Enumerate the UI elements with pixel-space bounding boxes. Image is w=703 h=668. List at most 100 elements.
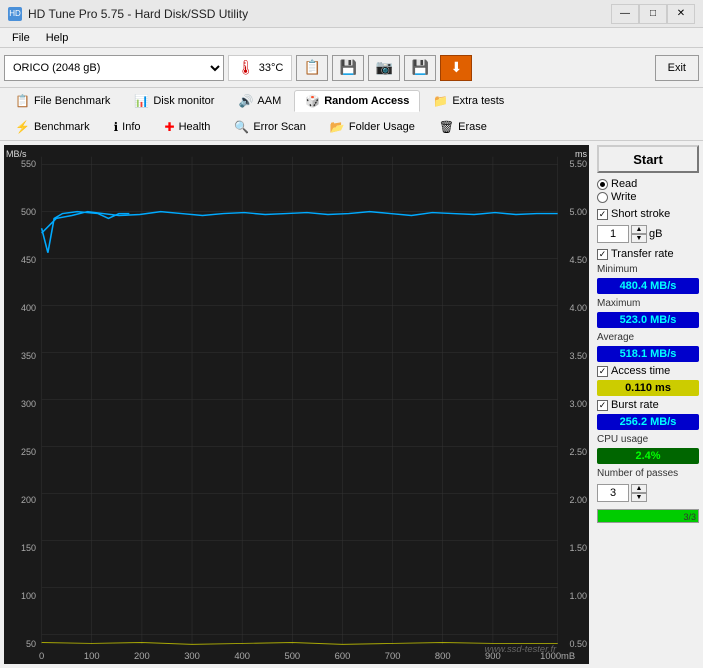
short-stroke-input[interactable] — [597, 225, 629, 243]
tab-error-scan-label: Error Scan — [253, 121, 306, 133]
tab-random-access[interactable]: 🎲 Random Access — [294, 90, 420, 112]
thermometer-icon: 🌡 — [237, 59, 255, 76]
menu-help[interactable]: Help — [38, 30, 77, 46]
random-access-icon: 🎲 — [305, 94, 320, 108]
access-time-checkbox[interactable]: ✓ Access time — [597, 365, 699, 377]
radio-group: Read Write — [597, 178, 699, 203]
title-text: HD Tune Pro 5.75 - Hard Disk/SSD Utility — [28, 7, 248, 21]
svg-text:www.ssd-tester.fr: www.ssd-tester.fr — [485, 645, 558, 655]
radio-read[interactable]: Read — [597, 178, 699, 190]
transfer-rate-label: Transfer rate — [611, 248, 674, 260]
progress-bar-container: 3/3 — [597, 509, 699, 523]
passes-down[interactable]: ▼ — [631, 493, 647, 502]
transfer-rate-checkbox[interactable]: ✓ Transfer rate — [597, 248, 699, 260]
main-content: MB/s ms 550 500 450 400 350 300 250 200 … — [0, 141, 703, 668]
access-time-value: 0.110 ms — [597, 380, 699, 396]
tab-aam[interactable]: 🔊 AAM — [227, 90, 292, 112]
toolbar: ORICO (2048 gB) 🌡 33°C 📋 💾 📷 💾 ⬇ Exit — [0, 48, 703, 88]
tab-health-label: Health — [179, 121, 211, 133]
radio-write-label: Write — [611, 191, 636, 203]
close-button[interactable]: ✕ — [667, 4, 695, 24]
radio-read-circle — [597, 179, 608, 190]
menu-file[interactable]: File — [4, 30, 38, 46]
passes-input[interactable] — [597, 484, 629, 502]
error-scan-icon: 🔍 — [234, 120, 249, 134]
svg-text:100: 100 — [84, 651, 100, 661]
tab-folder-usage[interactable]: 📂 Folder Usage — [319, 116, 426, 138]
tab-row-1: 📋 File Benchmark 📊 Disk monitor 🔊 AAM 🎲 … — [0, 88, 703, 114]
passes-label: Number of passes — [597, 468, 699, 479]
short-stroke-up[interactable]: ▲ — [631, 225, 647, 234]
file-benchmark-icon: 📋 — [15, 94, 30, 108]
tab-aam-label: AAM — [257, 95, 281, 107]
camera-btn[interactable]: 📷 — [368, 55, 400, 81]
burst-rate-check-box: ✓ — [597, 400, 608, 411]
svg-text:0: 0 — [39, 651, 44, 661]
aam-icon: 🔊 — [238, 94, 253, 108]
disk-monitor-icon: 📊 — [134, 94, 149, 108]
tab-random-access-label: Random Access — [324, 95, 409, 107]
svg-text:200: 200 — [134, 651, 150, 661]
tab-file-benchmark[interactable]: 📋 File Benchmark — [4, 90, 121, 112]
extra-tests-icon: 📁 — [433, 94, 448, 108]
health-icon: ✚ — [165, 120, 175, 134]
chart-svg: 0 100 200 300 400 500 600 700 800 900 10… — [4, 145, 589, 664]
tab-disk-monitor[interactable]: 📊 Disk monitor — [123, 90, 225, 112]
title-bar: HD HD Tune Pro 5.75 - Hard Disk/SSD Util… — [0, 0, 703, 28]
tab-error-scan[interactable]: 🔍 Error Scan — [223, 116, 317, 138]
minimize-button[interactable]: — — [611, 4, 639, 24]
progress-label: 3/3 — [683, 510, 696, 524]
tab-benchmark-label: Benchmark — [34, 121, 90, 133]
minimum-value: 480.4 MB/s — [597, 278, 699, 294]
radio-read-label: Read — [611, 178, 637, 190]
maximize-button[interactable]: □ — [639, 4, 667, 24]
cpu-usage-label: CPU usage — [597, 434, 699, 445]
tab-extra-tests[interactable]: 📁 Extra tests — [422, 90, 515, 112]
temperature-display: 🌡 33°C — [228, 55, 292, 81]
chart-container: MB/s ms 550 500 450 400 350 300 250 200 … — [4, 145, 589, 664]
tab-row-2: ⚡ Benchmark ℹ Info ✚ Health 🔍 Error Scan… — [0, 114, 703, 140]
cpu-usage-value: 2.4% — [597, 448, 699, 464]
tab-file-benchmark-label: File Benchmark — [34, 95, 110, 107]
short-stroke-checkbox[interactable]: ✓ Short stroke — [597, 208, 699, 220]
info-icon: ℹ — [114, 120, 119, 134]
temperature-value: 33°C — [259, 62, 284, 74]
menu-bar: File Help — [0, 28, 703, 48]
short-stroke-label: Short stroke — [611, 208, 670, 220]
minimum-label: Minimum — [597, 264, 699, 275]
exit-button[interactable]: Exit — [655, 55, 699, 81]
passes-spinner: ▲ ▼ — [631, 484, 647, 502]
tab-extra-tests-label: Extra tests — [452, 95, 504, 107]
radio-write[interactable]: Write — [597, 191, 699, 203]
maximum-label: Maximum — [597, 298, 699, 309]
average-label: Average — [597, 332, 699, 343]
tab-benchmark[interactable]: ⚡ Benchmark — [4, 116, 101, 138]
title-bar-left: HD HD Tune Pro 5.75 - Hard Disk/SSD Util… — [8, 7, 248, 21]
short-stroke-check-box: ✓ — [597, 209, 608, 220]
right-panel: Start Read Write ✓ Short stroke ▲ ▼ gB — [593, 141, 703, 668]
radio-write-circle — [597, 192, 608, 203]
passes-row: ▲ ▼ — [597, 484, 699, 502]
save-btn[interactable]: 💾 — [404, 55, 436, 81]
tab-erase[interactable]: 🗑 Erase — [428, 116, 498, 138]
tab-info[interactable]: ℹ Info — [103, 116, 152, 138]
maximum-value: 523.0 MB/s — [597, 312, 699, 328]
short-stroke-down[interactable]: ▼ — [631, 234, 647, 243]
average-value: 518.1 MB/s — [597, 346, 699, 362]
disk-btn[interactable]: 💾 — [332, 55, 364, 81]
title-bar-controls: — □ ✕ — [611, 4, 695, 24]
info-btn[interactable]: 📋 — [296, 55, 328, 81]
device-select[interactable]: ORICO (2048 gB) — [4, 55, 224, 81]
transfer-rate-check-box: ✓ — [597, 249, 608, 260]
tab-disk-monitor-label: Disk monitor — [153, 95, 214, 107]
short-stroke-spinner: ▲ ▼ — [631, 225, 647, 243]
svg-text:800: 800 — [435, 651, 451, 661]
svg-text:400: 400 — [234, 651, 250, 661]
tab-health[interactable]: ✚ Health — [154, 116, 222, 138]
svg-text:700: 700 — [385, 651, 401, 661]
download-btn[interactable]: ⬇ — [440, 55, 472, 81]
start-button[interactable]: Start — [597, 145, 699, 173]
access-time-check-box: ✓ — [597, 366, 608, 377]
burst-rate-checkbox[interactable]: ✓ Burst rate — [597, 399, 699, 411]
passes-up[interactable]: ▲ — [631, 484, 647, 493]
